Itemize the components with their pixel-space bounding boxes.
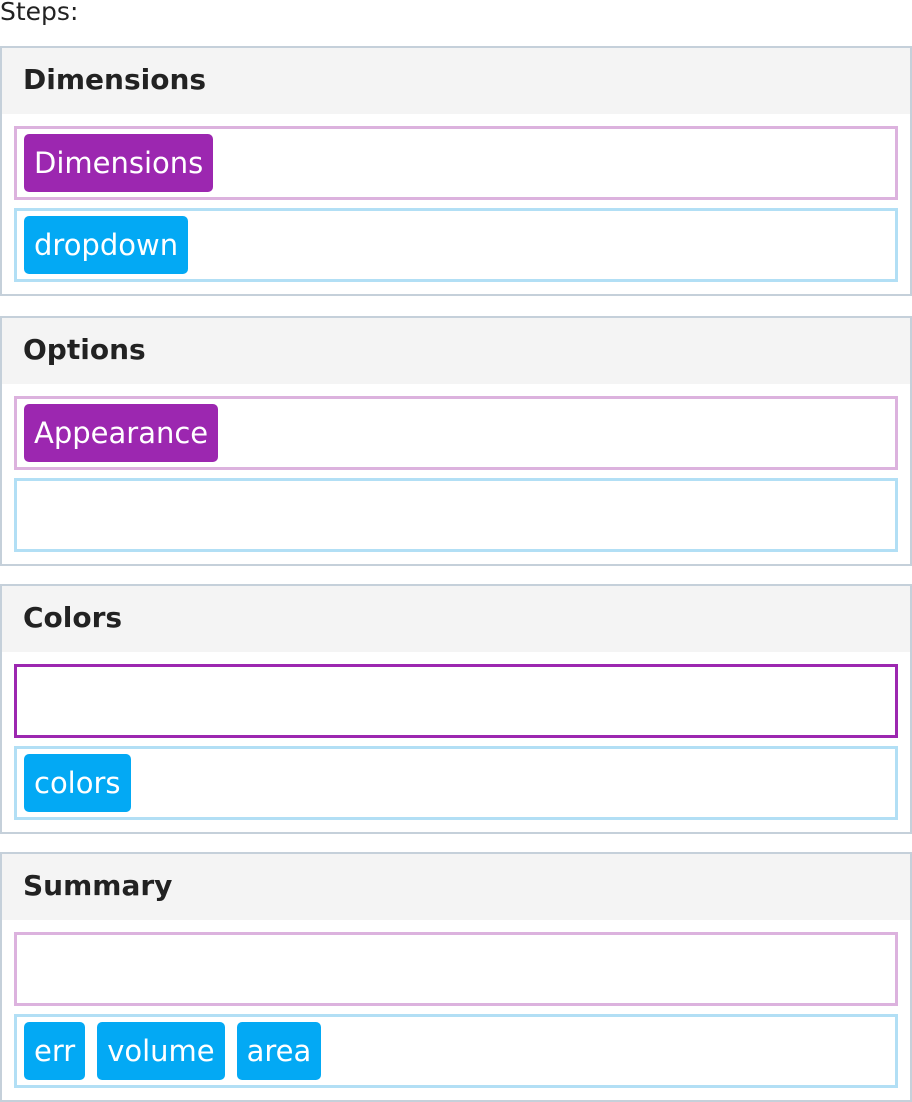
- blue-drop-zone[interactable]: err volume area: [14, 1014, 898, 1088]
- blue-drop-zone[interactable]: colors: [14, 746, 898, 820]
- step-header: Summary: [2, 854, 910, 920]
- blue-drop-zone[interactable]: [14, 478, 898, 552]
- step-header: Options: [2, 318, 910, 384]
- chip-dropdown[interactable]: dropdown: [24, 216, 189, 274]
- purple-drop-zone[interactable]: [14, 932, 898, 1006]
- step-summary: Summary err volume area: [0, 852, 912, 1102]
- steps-label: Steps:: [0, 0, 79, 26]
- blue-drop-zone[interactable]: dropdown: [14, 208, 898, 282]
- step-title: Colors: [23, 601, 123, 634]
- chip-colors[interactable]: colors: [24, 754, 131, 812]
- chip-appearance[interactable]: Appearance: [24, 404, 219, 462]
- chip-dimensions[interactable]: Dimensions: [24, 134, 214, 192]
- step-dimensions: Dimensions Dimensions dropdown: [0, 46, 912, 296]
- step-options: Options Appearance: [0, 316, 912, 566]
- chip-volume[interactable]: volume: [97, 1022, 225, 1080]
- chip-area[interactable]: area: [236, 1022, 322, 1080]
- step-title: Options: [23, 333, 146, 366]
- step-colors: Colors colors: [0, 584, 912, 834]
- step-title: Dimensions: [23, 63, 207, 96]
- purple-drop-zone[interactable]: Dimensions: [14, 126, 898, 200]
- step-header: Dimensions: [2, 48, 910, 114]
- purple-drop-zone-active[interactable]: [14, 664, 898, 738]
- chip-err[interactable]: err: [24, 1022, 86, 1080]
- purple-drop-zone[interactable]: Appearance: [14, 396, 898, 470]
- step-title: Summary: [23, 869, 173, 902]
- step-header: Colors: [2, 586, 910, 652]
